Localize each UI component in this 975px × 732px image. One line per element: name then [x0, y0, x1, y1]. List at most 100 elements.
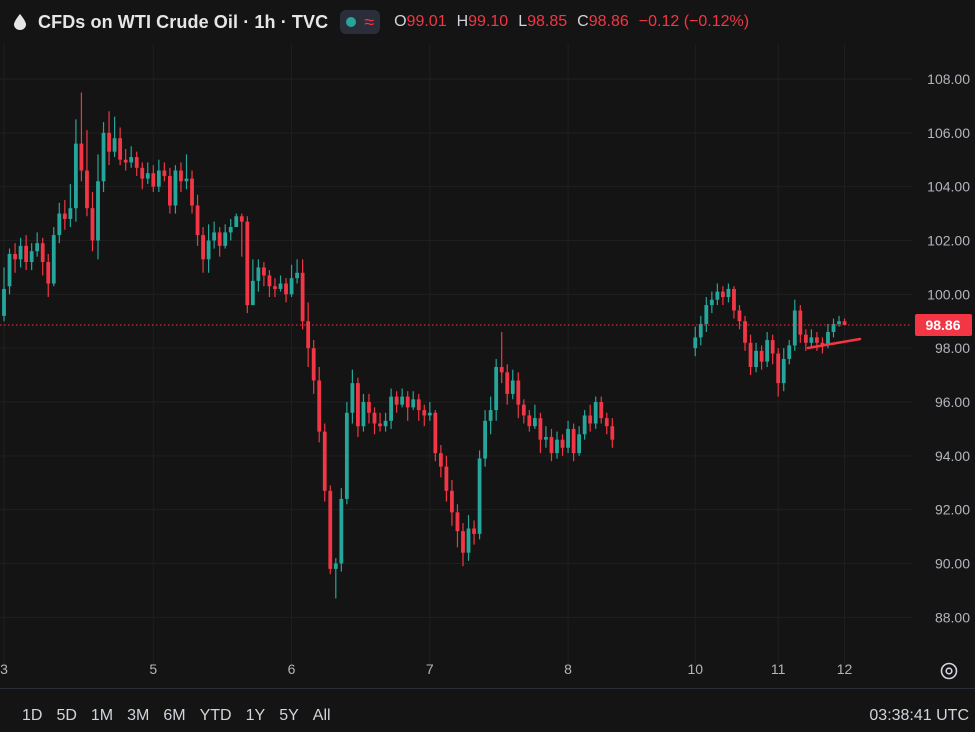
candle-body: [79, 143, 84, 171]
candle-body: [73, 143, 78, 209]
candlestick-chart[interactable]: 88.00 90.00 92.00 94.00 96.00 98.00 100.00 102.…: [0, 0, 975, 700]
candle-body: [411, 399, 416, 408]
candle-body: [400, 396, 405, 405]
settings-gear-icon[interactable]: [938, 660, 960, 682]
candle-body: [350, 383, 355, 413]
candle-body: [472, 528, 476, 534]
y-tick-label: 96.00: [935, 394, 970, 410]
range-button-1d[interactable]: 1D: [22, 707, 42, 725]
candle-body: [262, 267, 266, 276]
y-tick-label: 92.00: [935, 502, 970, 518]
candle-body: [273, 286, 277, 289]
candle-body: [7, 253, 12, 287]
candle-body: [809, 337, 814, 343]
candle-body: [726, 288, 731, 298]
range-button-all[interactable]: All: [313, 707, 331, 725]
candle-body: [162, 170, 167, 176]
x-tick-label: 5: [149, 661, 157, 677]
candle-body: [2, 288, 6, 316]
y-tick-label: 108.00: [927, 71, 970, 87]
candle-body: [118, 138, 123, 160]
candle-body: [450, 490, 454, 513]
candle-body: [422, 410, 427, 416]
range-button-5y[interactable]: 5Y: [279, 707, 299, 725]
x-tick-label: 3: [0, 661, 8, 677]
candle-body: [361, 401, 366, 427]
candle-body: [748, 342, 753, 367]
candle-body: [145, 173, 150, 179]
range-buttons: 1D 5D 1M 3M 6M YTD 1Y 5Y All: [22, 707, 331, 725]
candle-body: [184, 178, 189, 182]
candle-body: [516, 380, 521, 405]
utc-clock[interactable]: 03:38:41 UTC: [869, 707, 969, 725]
candle-body: [217, 232, 222, 246]
candle-body: [488, 410, 493, 421]
range-button-ytd[interactable]: YTD: [200, 707, 232, 725]
range-button-5d[interactable]: 5D: [56, 707, 76, 725]
range-button-3m[interactable]: 3M: [127, 707, 149, 725]
candle-body: [284, 283, 288, 295]
candle-body: [383, 420, 388, 427]
candle-body: [101, 132, 106, 182]
bottom-toolbar: 1D 5D 1M 3M 6M YTD 1Y 5Y All 03:38:41 UTC: [0, 700, 975, 732]
candle-body: [555, 439, 559, 454]
candle-body: [367, 401, 371, 413]
y-tick-label: 100.00: [927, 286, 970, 302]
candle-body: [416, 399, 421, 411]
candle-body: [206, 240, 211, 260]
candle-body: [356, 383, 360, 427]
candle-body: [765, 340, 770, 362]
candle-body: [566, 428, 570, 448]
y-tick-label: 94.00: [935, 448, 970, 464]
candle-body: [234, 216, 239, 228]
candle-body: [129, 157, 134, 163]
candle-body: [427, 412, 432, 416]
range-button-6m[interactable]: 6M: [163, 707, 185, 725]
x-tick-label: 10: [687, 661, 703, 677]
candle-body: [599, 401, 604, 419]
candle-body: [90, 208, 95, 241]
y-tick-label: 102.00: [927, 232, 970, 248]
candle-body: [40, 243, 45, 263]
candle-body: [737, 310, 742, 322]
candle-body: [68, 208, 73, 219]
candle-body: [24, 245, 29, 263]
range-button-1y[interactable]: 1Y: [246, 707, 266, 725]
candle-body: [582, 415, 587, 435]
candle-body: [483, 420, 488, 459]
candle-body: [223, 232, 228, 246]
candle-body: [499, 366, 504, 373]
candle-body: [455, 512, 460, 532]
candle-body: [168, 175, 172, 206]
x-tick-label: 11: [771, 661, 786, 677]
candle-body: [759, 350, 764, 362]
candle-body: [195, 205, 200, 236]
candle-body: [112, 138, 117, 152]
candle-body: [494, 366, 499, 411]
candle-body: [256, 267, 261, 281]
candle-body: [394, 396, 399, 405]
candle-body: [693, 337, 698, 349]
candle-body: [588, 415, 593, 424]
candle-body: [295, 272, 299, 279]
candle-body: [328, 490, 333, 569]
candle-body: [704, 305, 709, 324]
candle-body: [461, 531, 465, 553]
candle-body: [29, 251, 34, 263]
candle-body: [250, 280, 255, 306]
candle-body: [560, 439, 565, 448]
candle-body: [610, 426, 615, 440]
candle-body: [228, 227, 233, 233]
candle-body: [698, 323, 703, 338]
candle-body: [521, 404, 526, 416]
candle-body: [239, 216, 244, 222]
candle-body: [201, 235, 205, 260]
candle-body: [510, 380, 515, 394]
candle-body: [776, 353, 781, 384]
x-tick-label: 12: [837, 661, 853, 677]
candle-body: [837, 321, 841, 324]
range-button-1m[interactable]: 1M: [91, 707, 113, 725]
candle-body: [549, 436, 554, 454]
candle-body: [593, 401, 598, 424]
candle-body: [300, 272, 305, 322]
